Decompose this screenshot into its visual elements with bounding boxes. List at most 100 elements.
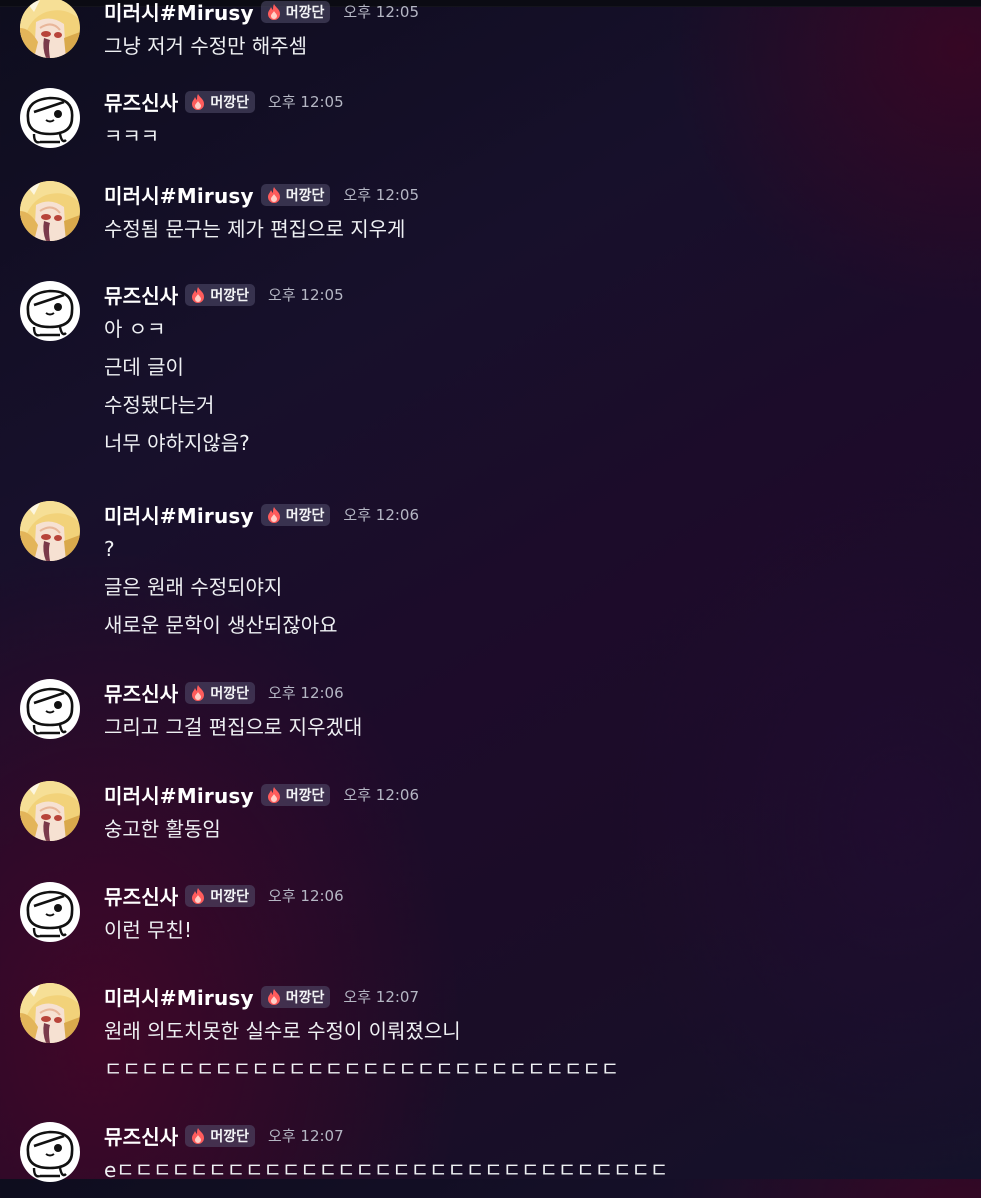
message-text: 그리고 그걸 편집으로 지우겠대 [104, 715, 363, 739]
message-group: 미러시#Mirusy 머깡단 오후 12:06 숭고한 활동임 [0, 775, 981, 876]
message-text: 원래 의도치못한 실수로 수정이 이뤄졌으니 [104, 1019, 461, 1043]
role-badge[interactable]: 머깡단 [260, 0, 331, 23]
username[interactable]: 미러시#Mirusy [104, 180, 254, 209]
timestamp[interactable]: 오후 12:06 [268, 885, 344, 906]
role-label: 머깡단 [210, 94, 250, 111]
role-label: 머깡단 [210, 685, 250, 702]
timestamp[interactable]: 오후 12:06 [343, 504, 419, 525]
role-badge[interactable]: 머깡단 [260, 503, 331, 526]
fire-icon [267, 3, 280, 20]
message-list: 미러시#Mirusy 머깡단 오후 12:05 그냥 저거 수정만 해주셈 뮤즈… [0, 0, 981, 1198]
message-header: 미러시#Mirusy 머깡단 오후 12:05 [104, 0, 981, 27]
username[interactable]: 미러시#Mirusy [104, 500, 254, 529]
timestamp[interactable]: 오후 12:06 [343, 784, 419, 805]
avatar-musinsa[interactable] [20, 679, 80, 739]
avatar-mirusy[interactable] [20, 501, 80, 561]
username[interactable]: 미러시#Mirusy [104, 982, 254, 1011]
avatar-mirusy[interactable] [20, 983, 80, 1043]
role-label: 머깡단 [210, 287, 250, 304]
role-badge[interactable]: 머깡단 [185, 681, 256, 704]
message-text: eㄷㄷㄷㄷㄷㄷㄷㄷㄷㄷㄷㄷㄷㄷㄷㄷㄷㄷㄷㄷㄷㄷㄷㄷㄷㄷㄷㄷㄷㄷ [104, 1158, 669, 1182]
message-text: 글은 원래 수정되야지 [104, 575, 283, 599]
timestamp[interactable]: 오후 12:07 [343, 986, 419, 1007]
message-text: ㄷㄷㄷㄷㄷㄷㄷㄷㄷㄷㄷㄷㄷㄷㄷㄷㄷㄷㄷㄷㄷㄷㄷㄷㄷㄷㄷㄷ [104, 1057, 620, 1081]
message-group: 뮤즈신사 머깡단 오후 12:05 ㅋㅋㅋ [0, 82, 981, 175]
timestamp[interactable]: 오후 12:07 [268, 1125, 344, 1146]
avatar-mirusy[interactable] [20, 0, 80, 58]
message-group: 미러시#Mirusy 머깡단 오후 12:06 ? 글은 원래 수정되야지 새로… [0, 495, 981, 673]
message-group: 미러시#Mirusy 머깡단 오후 12:05 그냥 저거 수정만 해주셈 [0, 0, 981, 82]
blonde-anime-avatar-icon [20, 983, 80, 1043]
message-text: 근데 글이 [104, 355, 184, 379]
message-header: 뮤즈신사 머깡단 오후 12:05 [104, 86, 981, 117]
blonde-anime-avatar-icon [20, 781, 80, 841]
fire-icon [192, 93, 205, 110]
message-group: 미러시#Mirusy 머깡단 오후 12:05 수정됨 문구는 제가 편집으로 … [0, 175, 981, 275]
white-blob-avatar-icon [20, 679, 80, 739]
avatar-musinsa[interactable] [20, 1122, 80, 1182]
message-header: 뮤즈신사 머깡단 오후 12:06 [104, 677, 981, 708]
avatar-musinsa[interactable] [20, 281, 80, 341]
message-header: 미러시#Mirusy 머깡단 오후 12:07 [104, 981, 981, 1012]
fire-icon [192, 887, 205, 904]
blonde-anime-avatar-icon [20, 0, 80, 58]
message-text: 너무 야하지않음? [104, 431, 250, 455]
message-text: 그냥 저거 수정만 해주셈 [104, 34, 308, 58]
blonde-anime-avatar-icon [20, 181, 80, 241]
message-text: 숭고한 활동임 [104, 817, 221, 841]
username[interactable]: 뮤즈신사 [104, 280, 178, 309]
fire-icon [192, 1127, 205, 1144]
fire-icon [192, 684, 205, 701]
role-badge[interactable]: 머깡단 [260, 183, 331, 206]
username[interactable]: 뮤즈신사 [104, 678, 178, 707]
role-badge[interactable]: 머깡단 [185, 90, 256, 113]
message-text: ? [104, 537, 115, 561]
role-label: 머깡단 [285, 507, 325, 524]
white-blob-avatar-icon [20, 88, 80, 148]
role-badge[interactable]: 머깡단 [185, 1124, 256, 1147]
message-text: 아 ㅇㅋ [104, 317, 166, 341]
message-header: 뮤즈신사 머깡단 오후 12:07 [104, 1120, 981, 1151]
role-label: 머깡단 [285, 787, 325, 804]
message-header: 미러시#Mirusy 머깡단 오후 12:06 [104, 779, 981, 810]
message-text: 새로운 문학이 생산되잖아요 [104, 613, 338, 637]
role-label: 머깡단 [210, 888, 250, 905]
message-header: 미러시#Mirusy 머깡단 오후 12:05 [104, 179, 981, 210]
timestamp[interactable]: 오후 12:05 [343, 1, 419, 22]
message-group: 뮤즈신사 머깡단 오후 12:05 아 ㅇㅋ 근데 글이 수정됐다는거 너무 야… [0, 275, 981, 495]
message-text: 수정됐다는거 [104, 393, 215, 417]
white-blob-avatar-icon [20, 1122, 80, 1182]
role-badge[interactable]: 머깡단 [260, 985, 331, 1008]
timestamp[interactable]: 오후 12:05 [268, 284, 344, 305]
role-label: 머깡단 [210, 1128, 250, 1145]
role-label: 머깡단 [285, 4, 325, 21]
avatar-mirusy[interactable] [20, 781, 80, 841]
role-badge[interactable]: 머깡단 [185, 283, 256, 306]
white-blob-avatar-icon [20, 281, 80, 341]
message-text: 수정됨 문구는 제가 편집으로 지우게 [104, 217, 406, 241]
role-badge[interactable]: 머깡단 [260, 783, 331, 806]
role-label: 머깡단 [285, 989, 325, 1006]
message-text: ㅋㅋㅋ [104, 124, 160, 148]
avatar-musinsa[interactable] [20, 88, 80, 148]
timestamp[interactable]: 오후 12:05 [268, 91, 344, 112]
role-badge[interactable]: 머깡단 [185, 884, 256, 907]
username[interactable]: 뮤즈신사 [104, 881, 178, 910]
timestamp[interactable]: 오후 12:05 [343, 184, 419, 205]
username[interactable]: 미러시#Mirusy [104, 780, 254, 809]
message-header: 뮤즈신사 머깡단 오후 12:05 [104, 279, 981, 310]
username[interactable]: 미러시#Mirusy [104, 0, 254, 26]
fire-icon [192, 286, 205, 303]
username[interactable]: 뮤즈신사 [104, 87, 178, 116]
role-label: 머깡단 [285, 187, 325, 204]
message-header: 뮤즈신사 머깡단 오후 12:06 [104, 880, 981, 911]
fire-icon [267, 786, 280, 803]
username[interactable]: 뮤즈신사 [104, 1121, 178, 1150]
timestamp[interactable]: 오후 12:06 [268, 682, 344, 703]
blonde-anime-avatar-icon [20, 501, 80, 561]
message-group: 뮤즈신사 머깡단 오후 12:06 그리고 그걸 편집으로 지우겠대 [0, 673, 981, 775]
fire-icon [267, 186, 280, 203]
message-group: 미러시#Mirusy 머깡단 오후 12:07 원래 의도치못한 실수로 수정이… [0, 977, 981, 1116]
avatar-musinsa[interactable] [20, 882, 80, 942]
avatar-mirusy[interactable] [20, 181, 80, 241]
